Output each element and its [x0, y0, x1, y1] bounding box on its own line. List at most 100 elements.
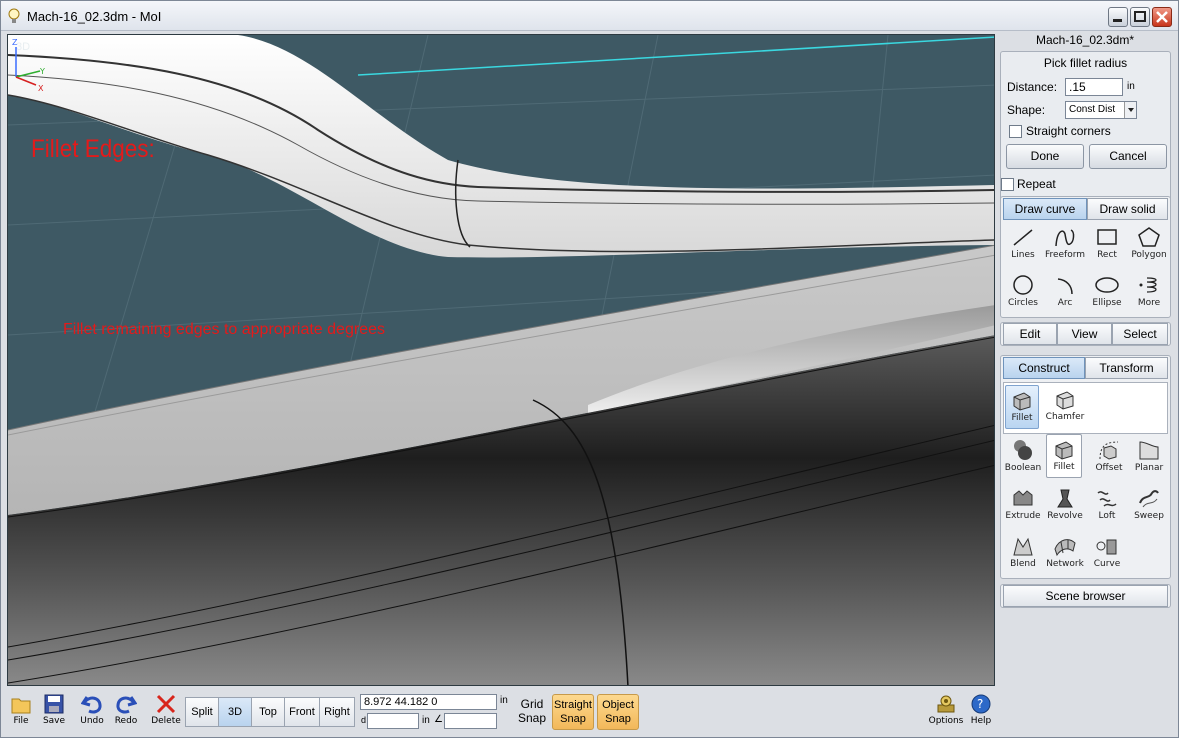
- command-prompt: Pick fillet radius: [1043, 56, 1128, 70]
- tab-draw-solid[interactable]: Draw solid: [1087, 198, 1168, 220]
- tool-loft[interactable]: Loft: [1086, 484, 1128, 528]
- straight-corners-label: Straight corners: [1026, 124, 1111, 138]
- extrude-icon: [1013, 490, 1033, 506]
- view-3d-button[interactable]: 3D: [218, 697, 252, 727]
- grid-snap-line2: Snap: [517, 711, 547, 725]
- edit-view-select-bar: Edit View Select: [1000, 322, 1171, 346]
- options-button[interactable]: Options: [927, 693, 965, 726]
- subtool-fillet[interactable]: Fillet: [1005, 385, 1039, 429]
- angle-input[interactable]: [444, 713, 497, 729]
- length-input[interactable]: [367, 713, 419, 729]
- delete-button[interactable]: Delete: [149, 693, 183, 726]
- scene-browser-button[interactable]: Scene browser: [1003, 585, 1168, 607]
- redo-label: Redo: [114, 716, 138, 726]
- close-button[interactable]: [1152, 7, 1172, 27]
- tab-construct[interactable]: Construct: [1003, 357, 1085, 379]
- fillet-icon: [1013, 392, 1031, 411]
- tool-curve-label: Curve: [1093, 559, 1121, 569]
- straight-snap-line2: Snap: [560, 713, 586, 725]
- tool-lines[interactable]: Lines: [1002, 223, 1044, 267]
- tool-ellipse[interactable]: Ellipse: [1086, 271, 1128, 315]
- viewport-3d[interactable]: 3D Fillet Edges: Fillet remaining edges …: [7, 34, 995, 686]
- tool-sweep[interactable]: Sweep: [1128, 484, 1170, 528]
- tool-circles[interactable]: Circles: [1002, 271, 1044, 315]
- tool-planar-label: Planar: [1134, 463, 1164, 473]
- tool-more[interactable]: More: [1128, 271, 1170, 315]
- distance-input[interactable]: .15: [1065, 78, 1123, 96]
- tool-arc-label: Arc: [1057, 298, 1073, 308]
- construct-box: Construct Transform Fillet Chamfer Boole…: [1000, 355, 1171, 579]
- tool-offset[interactable]: Offset: [1088, 436, 1130, 480]
- blend-icon: [1013, 537, 1033, 556]
- fillet-icon: [1055, 441, 1073, 460]
- undo-label: Undo: [80, 716, 104, 726]
- revolve-icon: [1057, 489, 1073, 508]
- coordinates-display[interactable]: 8.972 44.182 0: [360, 694, 497, 710]
- options-label: Options: [928, 716, 964, 726]
- polygon-icon: [1138, 227, 1160, 247]
- subtool-chamfer[interactable]: Chamfer: [1044, 385, 1086, 429]
- tool-rect-label: Rect: [1097, 250, 1117, 260]
- file-label: File: [13, 716, 29, 726]
- redo-button[interactable]: Redo: [111, 693, 141, 726]
- lightbulb-icon: [8, 8, 20, 23]
- view-front-button[interactable]: Front: [284, 697, 320, 727]
- file-button[interactable]: File: [7, 693, 35, 726]
- done-button[interactable]: Done: [1006, 144, 1084, 169]
- tool-lines-label: Lines: [1011, 250, 1035, 260]
- help-label: Help: [970, 716, 992, 726]
- save-label: Save: [42, 716, 66, 726]
- repeat-checkbox[interactable]: [1001, 178, 1014, 191]
- tab-edit[interactable]: Edit: [1003, 323, 1057, 345]
- coordinates-unit: in: [500, 695, 508, 706]
- view-right-button[interactable]: Right: [319, 697, 355, 727]
- tool-blend[interactable]: Blend: [1002, 532, 1044, 576]
- save-button[interactable]: Save: [39, 693, 69, 726]
- tool-more-label: More: [1137, 298, 1161, 308]
- tool-polygon[interactable]: Polygon: [1128, 223, 1170, 267]
- bottom-toolbar: File Save Undo Redo Delete Split 3D Top …: [1, 689, 1178, 737]
- straight-snap-toggle[interactable]: Straight Snap: [552, 694, 594, 730]
- tool-boolean[interactable]: Boolean: [1002, 436, 1044, 480]
- loft-icon: [1097, 491, 1117, 507]
- object-snap-toggle[interactable]: Object Snap: [597, 694, 639, 730]
- tab-transform[interactable]: Transform: [1085, 357, 1168, 379]
- tool-rect[interactable]: Rect: [1086, 223, 1128, 267]
- tool-network[interactable]: Network: [1044, 532, 1086, 576]
- straight-corners-checkbox[interactable]: [1009, 125, 1022, 138]
- save-icon: [44, 694, 64, 714]
- file-name: Mach-16_02.3dm*: [1035, 33, 1135, 47]
- tool-curve[interactable]: Curve: [1086, 532, 1128, 576]
- tool-freeform[interactable]: Freeform: [1044, 223, 1086, 267]
- axis-z-label: Z: [12, 38, 18, 47]
- cancel-button[interactable]: Cancel: [1089, 144, 1167, 169]
- delete-icon: [156, 694, 176, 714]
- help-button[interactable]: ? Help: [967, 693, 995, 726]
- shape-select[interactable]: Const Dist: [1065, 101, 1137, 119]
- planar-icon: [1139, 441, 1159, 460]
- tool-arc[interactable]: Arc: [1044, 271, 1086, 315]
- tab-view[interactable]: View: [1057, 323, 1112, 345]
- grid-snap-toggle[interactable]: Grid Snap: [517, 697, 547, 725]
- chevron-down-icon: [1124, 102, 1136, 118]
- undo-icon: [81, 696, 102, 714]
- tool-polygon-label: Polygon: [1131, 250, 1167, 260]
- subtool-chamfer-label: Chamfer: [1045, 412, 1085, 422]
- undo-button[interactable]: Undo: [77, 693, 107, 726]
- shape-value: Const Dist: [1069, 104, 1116, 115]
- tab-select[interactable]: Select: [1112, 323, 1168, 345]
- offset-icon: [1099, 441, 1119, 460]
- maximize-button[interactable]: [1130, 7, 1150, 27]
- tool-revolve[interactable]: Revolve: [1044, 484, 1086, 528]
- ellipse-icon: [1095, 277, 1119, 293]
- view-split-button[interactable]: Split: [185, 697, 219, 727]
- tool-planar[interactable]: Planar: [1128, 436, 1170, 480]
- view-top-button[interactable]: Top: [251, 697, 285, 727]
- tool-sweep-label: Sweep: [1134, 511, 1164, 521]
- minimize-button[interactable]: [1108, 7, 1128, 27]
- tool-fillet[interactable]: Fillet: [1046, 434, 1082, 478]
- tool-offset-label: Offset: [1095, 463, 1123, 473]
- shape-label: Shape:: [1007, 103, 1046, 117]
- tab-draw-curve[interactable]: Draw curve: [1003, 198, 1087, 220]
- tool-extrude[interactable]: Extrude: [1002, 484, 1044, 528]
